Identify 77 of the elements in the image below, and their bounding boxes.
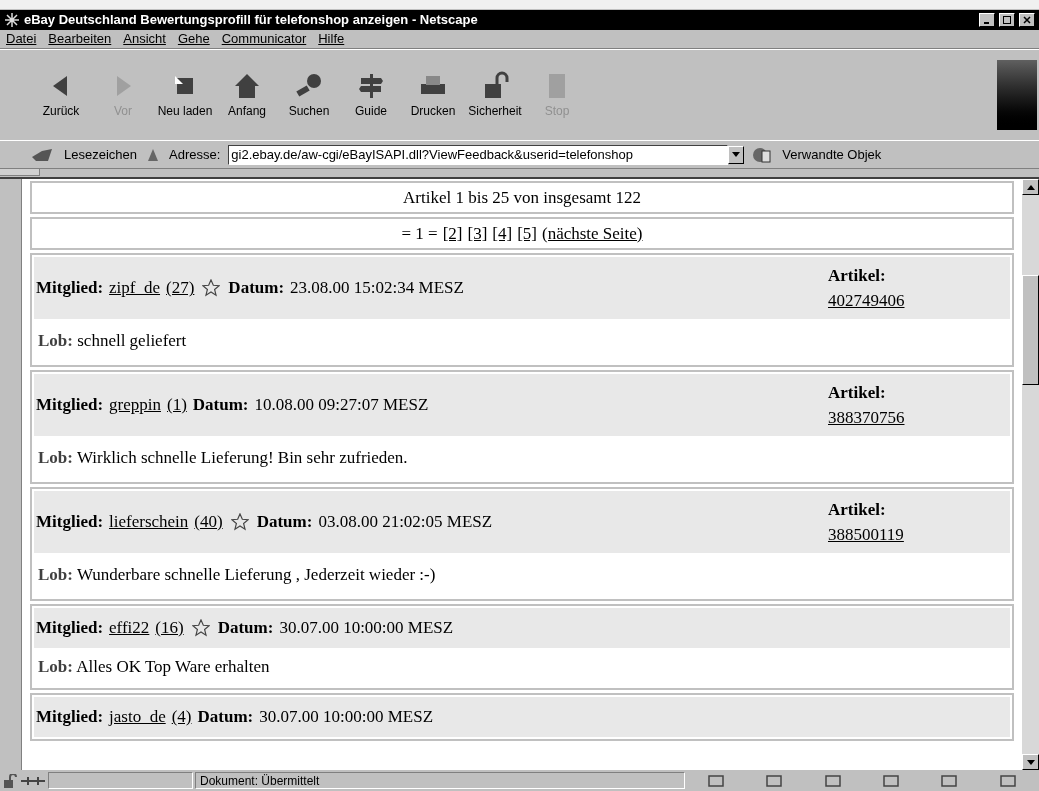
menu-item[interactable]: Bearbeiten: [48, 29, 112, 49]
article-label: Artikel:: [828, 498, 887, 521]
date-label: Datum:: [192, 394, 249, 417]
score-link[interactable]: (4): [171, 704, 192, 730]
feedback-comment: Lob: schnell geliefert: [38, 330, 187, 353]
menu-item[interactable]: Hilfe: [318, 29, 345, 49]
dropdown-button[interactable]: [728, 145, 745, 164]
member-link[interactable]: effi22: [109, 615, 150, 641]
article-label: Artikel:: [828, 381, 887, 404]
toolbar-button[interactable]: Neu laden: [154, 55, 216, 135]
score-link[interactable]: (1): [167, 392, 187, 418]
member-label: Mitglied:: [36, 617, 104, 640]
page-link[interactable]: (nächste Seite): [541, 220, 643, 247]
toolbar-button[interactable]: Sicherheit: [464, 55, 526, 135]
scroll-up-button[interactable]: [1022, 179, 1039, 195]
feedback-comment: Lob: Alles OK Top Ware erhalten: [38, 656, 270, 679]
toolbar-button[interactable]: Zurück: [30, 55, 92, 135]
score-link[interactable]: (16): [155, 615, 184, 641]
toolbar-button[interactable]: Guide: [340, 55, 402, 135]
bookmarks-button[interactable]: Lesezeichen: [64, 144, 137, 165]
member-label: Mitglied:: [36, 277, 104, 300]
member-link[interactable]: greppin: [109, 392, 161, 418]
collapsed-toolbar-tab[interactable]: [0, 169, 40, 176]
article-label: Artikel:: [828, 264, 887, 287]
page-link[interactable]: [4]: [492, 220, 513, 247]
close-button[interactable]: [1019, 13, 1035, 27]
related-button[interactable]: Verwandte Objek: [782, 144, 882, 165]
minimize-button[interactable]: [979, 13, 995, 27]
maximize-icon: [1003, 16, 1011, 24]
app-icon: [4, 12, 20, 28]
menu-item[interactable]: Datei: [6, 29, 37, 49]
date-text: 30.07.00 10:00:00 MESZ: [279, 617, 454, 640]
netscape-logo: [997, 60, 1037, 130]
member-link[interactable]: lieferschein: [109, 509, 189, 535]
close-icon: [1023, 16, 1031, 24]
date-label: Datum:: [228, 277, 285, 300]
lock-icon: [2, 773, 18, 788]
date-text: 10.08.00 09:27:07 MESZ: [254, 394, 429, 417]
date-label: Datum:: [217, 617, 274, 640]
menu-item[interactable]: Ansicht: [123, 29, 166, 49]
feedback-comment: Lob: Wunderbare schnelle Lieferung , Jederzeit wieder :-): [38, 564, 436, 587]
address-label: Adresse:: [169, 145, 221, 164]
page-link[interactable]: [5]: [517, 220, 537, 247]
page-link[interactable]: [2]: [442, 220, 463, 247]
date-text: 23.08.00 15:02:34 MESZ: [290, 277, 464, 300]
toolbar-button[interactable]: Drucken: [402, 55, 464, 135]
date-label: Datum:: [256, 511, 313, 534]
member-label: Mitglied:: [36, 394, 104, 417]
date-text: 30.07.00 10:00:00 MESZ: [259, 706, 434, 729]
current-page: = 1 =: [401, 222, 438, 245]
toolbar-button[interactable]: Anfang: [216, 55, 278, 135]
member-label: Mitglied:: [36, 706, 104, 729]
member-link[interactable]: zipf_de: [109, 275, 161, 301]
date-label: Datum:: [197, 706, 254, 729]
date-text: 03.08.00 21:02:05 MESZ: [318, 511, 493, 534]
score-link[interactable]: (40): [194, 509, 223, 535]
article-link[interactable]: 388500119: [828, 522, 1008, 548]
member-link[interactable]: jasto_de: [109, 704, 166, 730]
menu-item[interactable]: Gehe: [177, 29, 210, 49]
status-text: Dokument: Übermittelt: [200, 772, 320, 790]
address-field[interactable]: gi2.ebay.de/aw-cgi/eBayISAPI.dll?ViewFeedback&userid=telefonshop: [228, 144, 729, 165]
member-label: Mitglied:: [36, 511, 104, 534]
article-link[interactable]: 402749406: [828, 288, 1008, 314]
article-link[interactable]: 388370756: [828, 405, 1008, 431]
caret-icon: [732, 152, 741, 157]
toolbar-button[interactable]: Suchen: [278, 55, 340, 135]
maximize-button[interactable]: [999, 13, 1015, 27]
scroll-down-button[interactable]: [1022, 754, 1039, 770]
page-link[interactable]: [3]: [467, 220, 488, 247]
result-summary: Artikel 1 bis 25 von insgesamt 122: [403, 186, 641, 209]
menu-item[interactable]: Communicator: [221, 29, 307, 49]
caret-icon: [1026, 759, 1035, 765]
feedback-comment: Lob: Wirklich schnelle Lieferung! Bin sehr zufrieden.: [38, 447, 408, 470]
caret-icon: [1026, 184, 1035, 190]
window-title: eBay Deutschland Bewertungsprofill für telefonshop anzeigen - Netscape: [24, 11, 479, 30]
scroll-thumb[interactable]: [1022, 275, 1039, 385]
score-link[interactable]: (27): [166, 275, 195, 301]
